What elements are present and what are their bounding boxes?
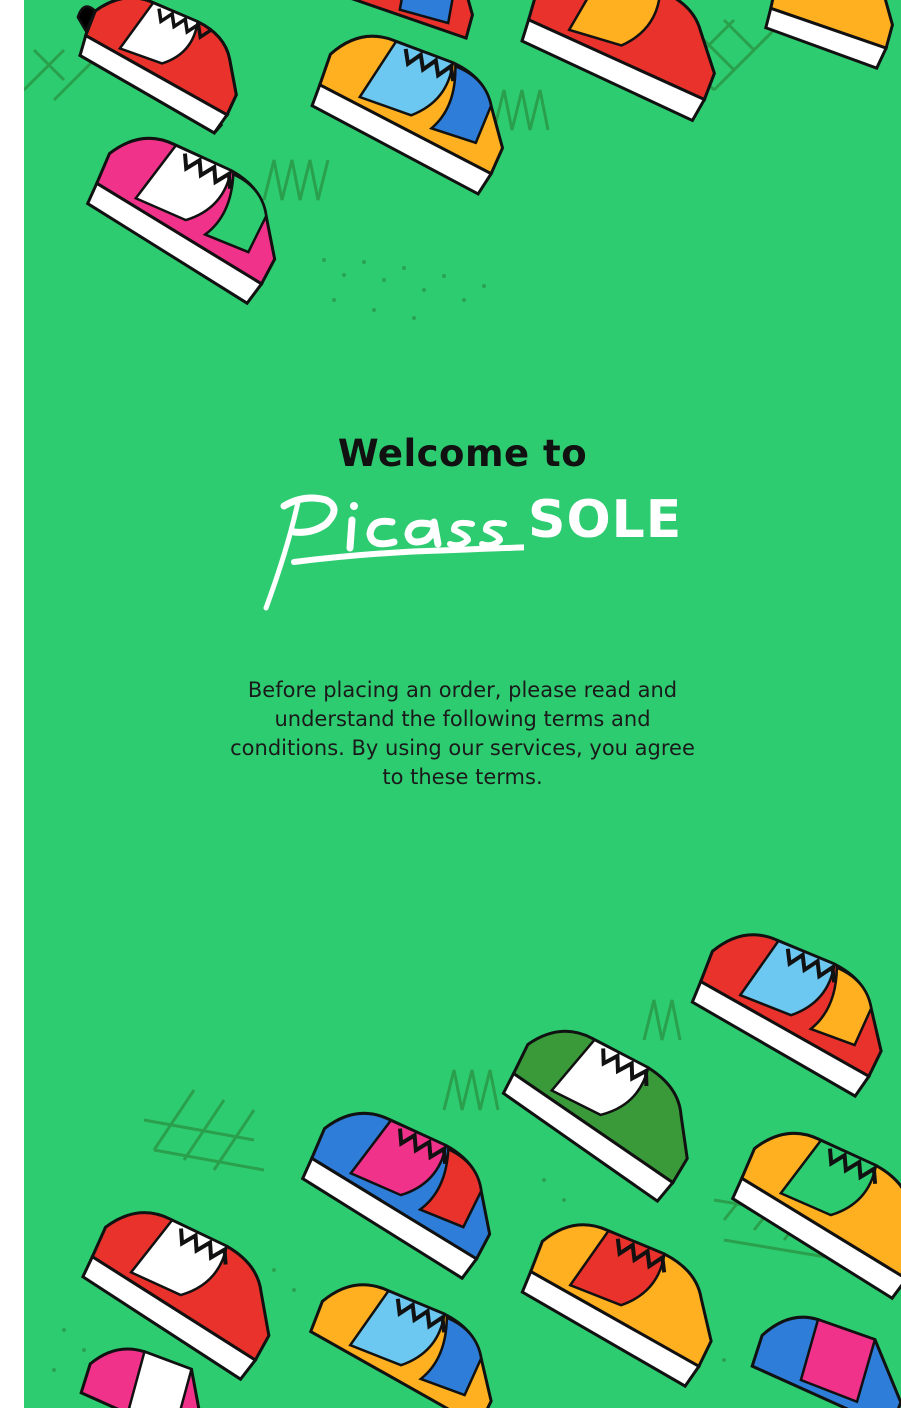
welcome-heading: Welcome to (337, 432, 588, 475)
welcome-screen: Welcome to SOLE Before placing an order,… (24, 0, 901, 1408)
terms-notice: Before placing an order, please read and… (230, 678, 695, 789)
logo-script-lettering (263, 494, 524, 611)
picassole-logo: SOLE (254, 488, 694, 623)
logo-sole-text: SOLE (528, 490, 683, 550)
